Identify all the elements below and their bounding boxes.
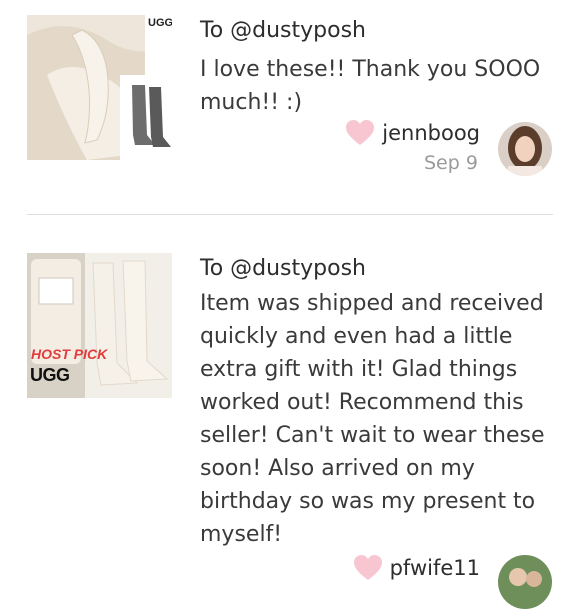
review-message-line: quickly and even had a little bbox=[200, 324, 513, 349]
review-message-line: birthday so was my present to bbox=[200, 489, 536, 514]
review-message-line: extra gift with it! Glad things bbox=[200, 357, 518, 382]
review-card: UGG HOST PICK To @dustyposh Item was shi… bbox=[0, 215, 580, 609]
review-message-line: soon! Also arrived on my bbox=[200, 456, 475, 481]
review-message-line: myself! bbox=[200, 522, 283, 547]
review-content: To @dustyposh Item was shipped and recei… bbox=[200, 255, 560, 551]
username-link[interactable]: jennboog bbox=[382, 121, 480, 145]
host-pick-stamp: HOST PICK bbox=[31, 346, 108, 362]
username-link[interactable]: pfwife11 bbox=[390, 556, 480, 580]
user-photo-icon bbox=[498, 122, 552, 176]
product-thumbnail[interactable]: UGG HOST PICK bbox=[27, 253, 172, 398]
recipient-link[interactable]: To @dustyposh bbox=[200, 255, 560, 283]
review-message-line: Item was shipped and received bbox=[200, 291, 544, 316]
avatar[interactable] bbox=[498, 122, 552, 176]
review-message: I love these!! Thank you SOOO much!! :) bbox=[200, 57, 541, 115]
product-photo-icon bbox=[27, 15, 172, 160]
brand-logo: UGG bbox=[30, 365, 70, 385]
brand-logo: UGG bbox=[148, 17, 172, 29]
review-message-line: seller! Can't wait to wear these bbox=[200, 423, 545, 448]
user-photo-icon bbox=[498, 555, 552, 609]
review-message: Item was shipped and received quickly an… bbox=[200, 287, 560, 551]
product-thumbnail[interactable]: UGG bbox=[27, 15, 172, 160]
recipient-link[interactable]: To @dustyposh bbox=[200, 17, 560, 45]
review-content: To @dustyposh I love these!! Thank you S… bbox=[200, 17, 560, 119]
review-card: UGG To @dustyposh I love these!! Thank y… bbox=[0, 0, 580, 214]
heart-icon[interactable] bbox=[353, 555, 382, 581]
avatar[interactable] bbox=[498, 555, 552, 609]
review-author[interactable]: jennboog bbox=[346, 120, 480, 146]
review-author[interactable]: pfwife11 bbox=[353, 555, 480, 581]
review-message-line: worked out! Recommend this bbox=[200, 390, 524, 415]
review-date: Sep 9 bbox=[424, 152, 478, 174]
heart-icon[interactable] bbox=[346, 120, 375, 146]
